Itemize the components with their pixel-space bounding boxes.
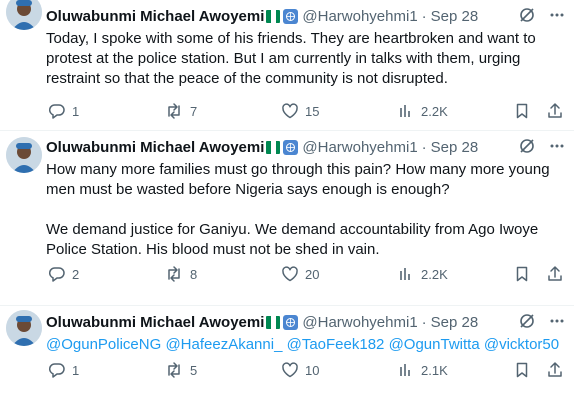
bookmark-icon bbox=[516, 103, 528, 119]
tweet-actions: 2 8 20 2.2K bbox=[0, 264, 574, 284]
tweet-actions: 1 7 15 2.2K bbox=[0, 101, 574, 121]
share-button[interactable] bbox=[546, 361, 564, 379]
share-button[interactable] bbox=[546, 265, 564, 283]
author-handle[interactable]: @Harwohyehmi1 bbox=[302, 139, 417, 156]
reply-icon bbox=[48, 104, 65, 119]
mention-link[interactable]: @OgunTwitta bbox=[389, 336, 480, 353]
views-count: 2.2K bbox=[421, 103, 448, 119]
avatar[interactable] bbox=[6, 0, 42, 30]
mention-link[interactable]: @OgunPoliceNG bbox=[46, 336, 161, 353]
reply-icon bbox=[48, 363, 65, 378]
reply-count: 1 bbox=[72, 362, 80, 378]
bookmark-button[interactable] bbox=[513, 361, 531, 379]
tweet-body: Oluwabunmi Michael Awoyemi @Harwohyehmi1… bbox=[46, 137, 566, 260]
un-badge-icon bbox=[283, 139, 299, 155]
share-button[interactable] bbox=[546, 102, 564, 120]
views-button[interactable]: 2.2K bbox=[397, 265, 448, 283]
like-count: 20 bbox=[305, 266, 320, 282]
tweet-body: Oluwabunmi Michael Awoyemi @Harwohyehmi1… bbox=[46, 6, 566, 89]
separator: · bbox=[421, 138, 427, 156]
nigeria-flag-icon bbox=[266, 315, 281, 329]
like-count: 10 bbox=[305, 362, 320, 378]
like-icon bbox=[282, 103, 298, 119]
bookmark-button[interactable] bbox=[513, 265, 531, 283]
tweet-text: Today, I spoke with some of his friends.… bbox=[46, 30, 540, 87]
repost-icon bbox=[168, 103, 180, 119]
more-icon[interactable] bbox=[548, 6, 566, 24]
un-badge-icon bbox=[283, 314, 299, 330]
tweet-header: Oluwabunmi Michael Awoyemi @Harwohyehmi1… bbox=[46, 312, 566, 332]
author-handle[interactable]: @Harwohyehmi1 bbox=[302, 8, 417, 25]
views-button[interactable]: 2.2K bbox=[397, 102, 448, 120]
un-badge-icon bbox=[283, 8, 299, 24]
grok-icon[interactable] bbox=[518, 312, 536, 330]
tweet-actions: 1 5 10 2.1K bbox=[0, 360, 574, 380]
reply-count: 2 bbox=[72, 266, 80, 282]
repost-count: 8 bbox=[190, 266, 198, 282]
avatar[interactable] bbox=[6, 137, 42, 173]
tweet[interactable]: Oluwabunmi Michael Awoyemi @Harwohyehmi1… bbox=[0, 0, 574, 131]
like-count: 15 bbox=[305, 103, 320, 119]
avatar[interactable] bbox=[6, 310, 42, 346]
reply-icon bbox=[48, 267, 65, 282]
mention-link[interactable]: @TaoFeek182 bbox=[287, 336, 385, 353]
author-name[interactable]: Oluwabunmi Michael Awoyemi bbox=[46, 8, 264, 25]
bookmark-button[interactable] bbox=[513, 102, 531, 120]
bookmark-icon bbox=[516, 266, 528, 282]
author-name[interactable]: Oluwabunmi Michael Awoyemi bbox=[46, 314, 264, 331]
mention-link[interactable]: @vicktor50 bbox=[484, 336, 559, 353]
like-button[interactable]: 15 bbox=[281, 102, 319, 120]
tweet-feed: Oluwabunmi Michael Awoyemi @Harwohyehmi1… bbox=[0, 0, 574, 400]
tweet-date[interactable]: Sep 28 bbox=[431, 314, 479, 331]
grok-icon[interactable] bbox=[518, 137, 536, 155]
tweet-header: Oluwabunmi Michael Awoyemi @Harwohyehmi1… bbox=[46, 6, 566, 26]
separator: · bbox=[421, 7, 427, 25]
more-icon[interactable] bbox=[548, 312, 566, 330]
views-icon bbox=[400, 364, 410, 376]
tweet-date[interactable]: Sep 28 bbox=[431, 8, 479, 25]
author-name[interactable]: Oluwabunmi Michael Awoyemi bbox=[46, 139, 264, 156]
views-count: 2.2K bbox=[421, 266, 448, 282]
repost-count: 5 bbox=[190, 362, 198, 378]
views-icon bbox=[400, 105, 410, 117]
share-icon bbox=[548, 362, 562, 377]
like-icon bbox=[282, 266, 298, 282]
repost-button[interactable]: 8 bbox=[164, 265, 197, 283]
repost-count: 7 bbox=[190, 103, 198, 119]
repost-icon bbox=[168, 362, 180, 378]
separator: · bbox=[421, 313, 427, 331]
tweet-text: @OgunPoliceNG @HafeezAkanni_ @TaoFeek182… bbox=[46, 335, 566, 355]
repost-icon bbox=[168, 266, 180, 282]
mention-link[interactable]: @HafeezAkanni_ bbox=[165, 336, 282, 353]
views-icon bbox=[400, 268, 410, 280]
repost-button[interactable]: 5 bbox=[164, 361, 197, 379]
grok-icon[interactable] bbox=[518, 6, 536, 24]
tweet-body: Oluwabunmi Michael Awoyemi @Harwohyehmi1… bbox=[46, 312, 566, 355]
repost-button[interactable]: 7 bbox=[164, 102, 197, 120]
tweet-header: Oluwabunmi Michael Awoyemi @Harwohyehmi1… bbox=[46, 137, 566, 157]
reply-button[interactable]: 1 bbox=[48, 102, 79, 120]
views-count: 2.1K bbox=[421, 362, 448, 378]
reply-button[interactable]: 2 bbox=[48, 265, 79, 283]
like-button[interactable]: 10 bbox=[281, 361, 319, 379]
reply-count: 1 bbox=[72, 103, 80, 119]
more-icon[interactable] bbox=[548, 137, 566, 155]
share-icon bbox=[548, 266, 562, 281]
tweet[interactable]: Oluwabunmi Michael Awoyemi @Harwohyehmi1… bbox=[0, 131, 574, 306]
bookmark-icon bbox=[516, 362, 528, 378]
nigeria-flag-icon bbox=[266, 140, 281, 154]
views-button[interactable]: 2.1K bbox=[397, 361, 448, 379]
tweet[interactable]: Oluwabunmi Michael Awoyemi @Harwohyehmi1… bbox=[0, 306, 574, 400]
like-icon bbox=[282, 362, 298, 378]
tweet-date[interactable]: Sep 28 bbox=[431, 139, 479, 156]
reply-button[interactable]: 1 bbox=[48, 361, 79, 379]
tweet-text: How many more families must go through t… bbox=[46, 161, 550, 258]
author-handle[interactable]: @Harwohyehmi1 bbox=[302, 314, 417, 331]
share-icon bbox=[548, 103, 562, 118]
nigeria-flag-icon bbox=[266, 9, 281, 23]
like-button[interactable]: 20 bbox=[281, 265, 319, 283]
